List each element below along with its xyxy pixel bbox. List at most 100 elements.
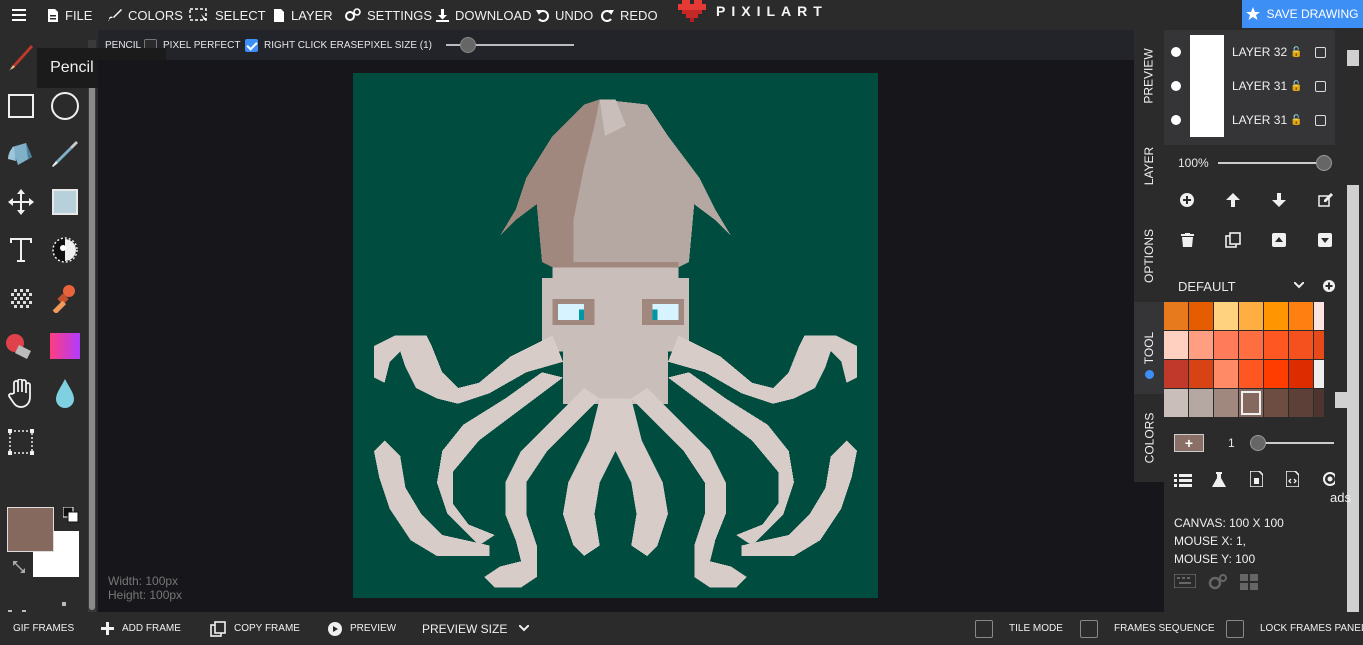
move-layer-down-button[interactable] — [1269, 190, 1289, 210]
grid-icon[interactable] — [1240, 574, 1258, 590]
add-layer-button[interactable] — [1177, 190, 1197, 210]
redo-button[interactable]: REDO — [601, 0, 658, 30]
select-menu[interactable]: SELECT — [189, 0, 266, 30]
layer-menu[interactable]: LAYER — [273, 0, 333, 30]
hamburger-menu-button[interactable] — [12, 0, 26, 30]
eyedropper-tool[interactable] — [48, 137, 82, 171]
fill-bucket-tool[interactable] — [4, 137, 38, 171]
edit-layer-button[interactable] — [1315, 190, 1335, 210]
file-code-icon[interactable] — [1286, 471, 1299, 487]
drawing-canvas[interactable] — [353, 73, 878, 598]
right-click-erase-option[interactable]: RIGHT CLICK ERASE — [245, 30, 364, 60]
settings-menu[interactable]: SETTINGS — [345, 0, 432, 30]
lock-icon[interactable]: 🔓 — [1290, 81, 1302, 92]
primary-color-swatch[interactable] — [7, 507, 54, 552]
lock-frames-checkbox[interactable] — [1226, 619, 1244, 638]
palette-swatch[interactable] — [1314, 389, 1324, 417]
chevron-down-icon[interactable] — [1294, 282, 1304, 289]
tile-mode-checkbox[interactable] — [975, 619, 993, 638]
dither-tool[interactable] — [4, 281, 38, 315]
palette-swatch[interactable] — [1164, 302, 1188, 330]
download-menu[interactable]: DOWNLOAD — [436, 0, 532, 30]
file-menu[interactable]: FILE — [47, 0, 92, 30]
frames-sequence-checkbox[interactable] — [1080, 619, 1098, 638]
palette-swatch[interactable] — [1264, 360, 1288, 388]
layer-visible-dot[interactable] — [1171, 115, 1181, 125]
lock-icon[interactable]: 🔓 — [1290, 115, 1302, 126]
toolbar-scrollbar[interactable] — [88, 40, 96, 612]
palette-swatch[interactable] — [1189, 302, 1213, 330]
palette-swatch[interactable] — [1189, 360, 1213, 388]
brush-size-knob[interactable] — [1250, 435, 1266, 451]
add-palette-icon[interactable] — [1323, 280, 1335, 292]
toolbar-scrollbar-thumb[interactable] — [89, 70, 95, 610]
scrollbar-thumb-top[interactable] — [1347, 50, 1359, 66]
merge-down-button[interactable] — [1315, 230, 1335, 250]
layer-select-checkbox[interactable] — [1315, 46, 1326, 58]
preview-button[interactable]: PREVIEW — [328, 612, 396, 645]
palette-swatch[interactable] — [1164, 389, 1188, 417]
layer-visible-dot[interactable] — [1171, 81, 1181, 91]
palette-swatch[interactable] — [1314, 302, 1324, 330]
hand-tool[interactable] — [4, 377, 38, 411]
keyboard-icon[interactable] — [1174, 574, 1196, 588]
pixel-size-slider-knob[interactable] — [459, 37, 476, 53]
gradient-tool[interactable] — [48, 329, 82, 363]
palette-swatch[interactable] — [1314, 360, 1324, 388]
palette-swatch[interactable] — [1264, 389, 1288, 417]
pencil-tool[interactable] — [4, 42, 38, 76]
palette-swatch[interactable] — [1164, 360, 1188, 388]
circle-tool[interactable] — [48, 89, 82, 123]
palette-swatch[interactable] — [1289, 331, 1313, 359]
layer-row[interactable]: LAYER 32 🔓 — [1164, 35, 1336, 69]
palette-swatch[interactable] — [1264, 302, 1288, 330]
tile-mode-option[interactable]: TILE MODE — [975, 612, 1063, 645]
brush-size-slider[interactable] — [1250, 435, 1334, 451]
blur-tool[interactable] — [48, 377, 82, 411]
palette-swatch[interactable] — [1289, 389, 1313, 417]
layer-opacity-knob[interactable] — [1316, 155, 1332, 171]
layer-visible-dot[interactable] — [1171, 47, 1181, 57]
colors-menu[interactable]: COLORS — [107, 0, 183, 30]
palette-swatch[interactable] — [1189, 389, 1213, 417]
lock-frames-option[interactable]: LOCK FRAMES PANEL — [1226, 612, 1363, 645]
palette-swatch[interactable] — [1289, 302, 1313, 330]
layer-select-checkbox[interactable] — [1315, 80, 1326, 92]
tab-options[interactable]: OPTIONS — [1134, 210, 1164, 302]
delete-layer-button[interactable] — [1177, 230, 1197, 250]
palette-swatch[interactable] — [1214, 302, 1238, 330]
save-drawing-button[interactable]: SAVE DRAWING — [1242, 0, 1363, 28]
preview-size-dropdown[interactable]: PREVIEW SIZE — [422, 612, 530, 645]
text-tool[interactable] — [4, 233, 38, 267]
palette-swatch[interactable] — [1239, 389, 1263, 417]
fill-rect-tool[interactable] — [48, 185, 82, 219]
eraser-tool[interactable] — [4, 329, 38, 363]
move-layer-up-button[interactable] — [1223, 190, 1243, 210]
flask-icon[interactable] — [1212, 472, 1226, 488]
merge-up-button[interactable] — [1269, 230, 1289, 250]
add-frame-button[interactable]: ADD FRAME — [101, 612, 181, 645]
palette-swatch[interactable] — [1239, 360, 1263, 388]
layer-row[interactable]: LAYER 31 🔓 — [1164, 103, 1336, 137]
palette-swatch[interactable] — [1314, 331, 1324, 359]
tab-tool[interactable]: TOOL — [1134, 302, 1164, 394]
tab-preview[interactable]: PREVIEW — [1134, 30, 1164, 122]
pixel-size-slider[interactable] — [445, 37, 574, 53]
lighten-tool[interactable] — [48, 233, 82, 267]
palette-swatch[interactable] — [1214, 360, 1238, 388]
lock-icon[interactable]: 🔓 — [1290, 47, 1302, 58]
gears-icon[interactable] — [1208, 574, 1228, 590]
pixilart-logo[interactable]: PIXILART — [678, 0, 828, 22]
palette-swatch[interactable] — [1164, 331, 1188, 359]
tab-layer[interactable]: LAYER — [1134, 122, 1164, 210]
palette-swatch[interactable] — [1264, 331, 1288, 359]
right-panel-scrollbar[interactable] — [1335, 30, 1363, 615]
layer-row[interactable]: LAYER 31 🔓 — [1164, 69, 1336, 103]
gif-frames-button[interactable]: GIF FRAMES — [13, 612, 74, 645]
palette-swatch[interactable] — [1214, 389, 1238, 417]
swap-colors-button[interactable] — [12, 560, 26, 579]
palette-scroll-thumb[interactable] — [1335, 392, 1349, 408]
rectangle-tool[interactable] — [4, 89, 38, 123]
undo-button[interactable]: UNDO — [536, 0, 593, 30]
duplicate-layer-button[interactable] — [1223, 230, 1243, 250]
